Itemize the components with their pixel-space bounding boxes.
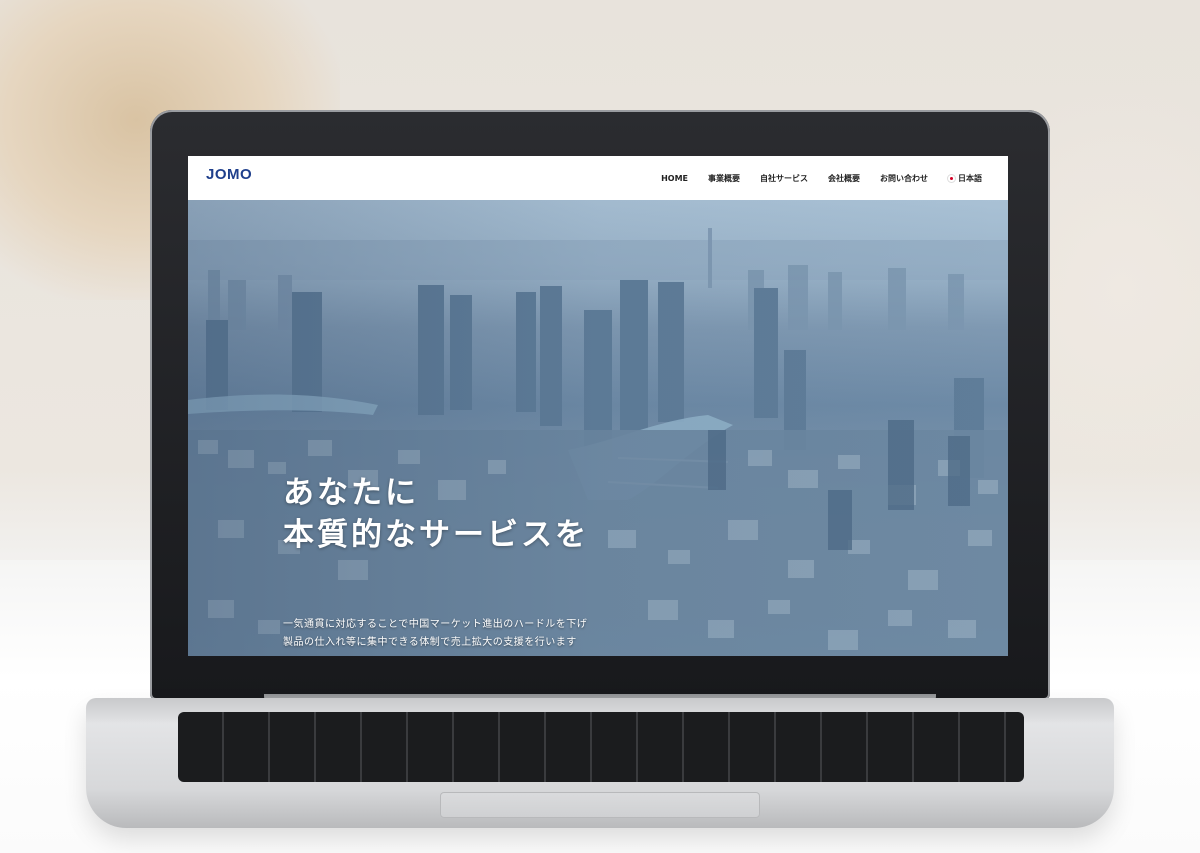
nav-home[interactable]: HOME [661,174,688,183]
nav-company[interactable]: 会社概要 [828,173,860,184]
hero-subtitle-line-1: 一気通貫に対応することで中国マーケット進出のハードルを下げ [283,619,588,630]
japan-flag-icon [948,174,955,182]
laptop-screen: JOMO HOME 事業概要 自社サービス 会社概要 お問い合わせ 日本語 あな… [188,156,1008,656]
laptop-keyboard [178,712,1024,782]
language-label: 日本語 [958,173,982,183]
nav-services[interactable]: 自社サービス [760,173,808,184]
nav-contact[interactable]: お問い合わせ [880,173,928,184]
hero-subtitle-line-2: 製品の仕入れ等に集中できる体制で売上拡大の支援を行います [283,637,577,648]
hero-section: あなたに 本質的なサービスを 一気通貫に対応することで中国マーケット進出のハード… [188,200,1008,656]
hero-title-line-2: 本質的なサービスを [283,517,589,553]
hero-title-line-1: あなたに [283,475,419,511]
main-nav: HOME 事業概要 自社サービス 会社概要 お問い合わせ 日本語 [661,156,982,200]
laptop-trackpad [440,792,760,818]
language-switcher[interactable]: 日本語 [948,173,982,184]
site-header: JOMO HOME 事業概要 自社サービス 会社概要 お問い合わせ 日本語 [188,156,1008,200]
hero-title: あなたに 本質的なサービスを [283,472,589,556]
hero-subtitle: 一気通貫に対応することで中国マーケット進出のハードルを下げ 製品の仕入れ等に集中… [283,616,587,652]
site-logo[interactable]: JOMO [206,166,252,183]
nav-business[interactable]: 事業概要 [708,173,740,184]
hero-overlay [188,200,1008,656]
